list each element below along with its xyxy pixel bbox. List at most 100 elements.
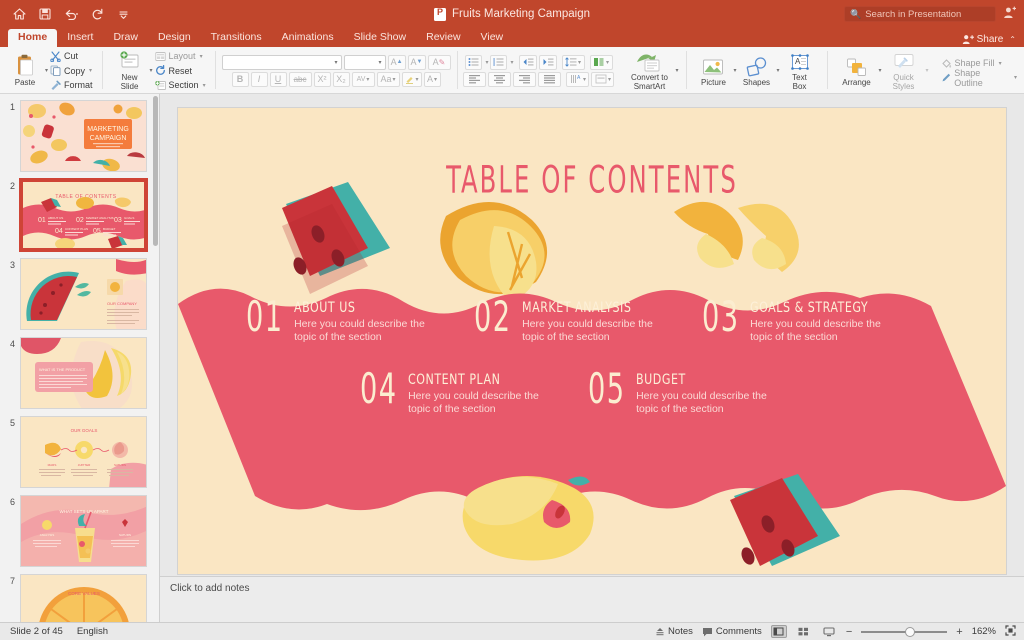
strikethrough-button[interactable]: abc — [289, 72, 312, 87]
copy-button[interactable]: Copy ▾ — [48, 64, 95, 77]
tab-draw[interactable]: Draw — [103, 29, 148, 47]
align-center-button[interactable] — [488, 72, 511, 87]
bullets-dropdown-icon[interactable]: ▾ — [485, 59, 488, 66]
thumbnail-row[interactable]: 3 OUR COMPANY — [0, 258, 159, 330]
new-slide-button[interactable]: New Slide — [110, 50, 150, 91]
grow-font-button[interactable]: A▲ — [388, 55, 406, 70]
thumbnail-row[interactable]: 1 — [0, 100, 159, 172]
thumbnail-row[interactable]: 7 CORE VALUES — [0, 574, 159, 622]
bullets-button[interactable] — [465, 55, 482, 70]
layout-dropdown-icon[interactable]: ▾ — [200, 53, 203, 60]
language-indicator[interactable]: English — [77, 626, 108, 637]
format-painter-button[interactable]: Format — [48, 79, 95, 92]
zoom-level-label[interactable]: 162% — [972, 626, 996, 637]
superscript-button[interactable]: X² — [314, 72, 331, 87]
slide-thumbnail-3[interactable]: OUR COMPANY — [20, 258, 147, 330]
thumbnail-row[interactable]: 2 TABLE OF CONTENTS 01 ABOUT US 02 — [0, 179, 159, 251]
justify-button[interactable] — [538, 72, 561, 87]
copy-dropdown-icon[interactable]: ▾ — [89, 67, 92, 74]
columns-button[interactable]: ▾ — [590, 55, 613, 70]
slide-thumbnail-2[interactable]: TABLE OF CONTENTS 01 ABOUT US 02 MARKET … — [20, 179, 147, 251]
slide-sorter-view-button[interactable] — [796, 625, 812, 638]
slide-thumbnail-5[interactable]: OUR GOALS MARS JUPITER SATURN — [20, 416, 147, 488]
comments-button[interactable]: Comments — [702, 626, 762, 637]
slide-thumbnail-6[interactable]: WHAT SETS US APART ANALYSIS SATURN — [20, 495, 147, 567]
zoom-slider-handle[interactable] — [905, 627, 915, 637]
text-box-button[interactable]: A Text Box — [780, 50, 820, 91]
smartart-dropdown-icon[interactable]: ▾ — [675, 67, 678, 74]
slide-thumbnail-panel[interactable]: 1 — [0, 94, 160, 622]
tab-review[interactable]: Review — [416, 29, 470, 47]
font-name-input[interactable]: ▾ — [222, 55, 342, 70]
paste-button[interactable]: Paste — [5, 55, 45, 87]
section-dropdown-icon[interactable]: ▾ — [203, 82, 206, 89]
slide-thumbnail-1[interactable]: MARKETING CAMPAIGN — [20, 100, 147, 172]
shrink-font-button[interactable]: A▼ — [408, 55, 426, 70]
undo-icon[interactable] — [60, 4, 82, 24]
arrange-button[interactable]: Arrange — [835, 55, 879, 87]
increase-indent-button[interactable] — [539, 55, 557, 70]
shapes-button[interactable]: Shapes — [737, 55, 777, 87]
italic-button[interactable]: I — [251, 72, 268, 87]
section-button[interactable]: Section ▾ — [153, 79, 208, 92]
zoom-in-button[interactable]: + — [956, 626, 962, 638]
slide-thumbnail-4[interactable]: WHAT IS THE PRODUCT — [20, 337, 147, 409]
tab-design[interactable]: Design — [148, 29, 201, 47]
share-button[interactable]: Share — [962, 34, 1004, 45]
underline-button[interactable]: U — [270, 72, 287, 87]
tab-view[interactable]: View — [471, 29, 514, 47]
slide-canvas[interactable]: TABLE OF CONTENTS — [178, 108, 1006, 574]
numbering-button[interactable] — [490, 55, 507, 70]
reset-button[interactable]: Reset — [153, 64, 208, 77]
subscript-button[interactable]: X₂ — [333, 72, 350, 87]
search-input[interactable]: 🔍 Search in Presentation — [844, 6, 996, 22]
save-icon[interactable] — [34, 4, 56, 24]
font-name-dropdown-icon[interactable]: ▾ — [335, 59, 338, 66]
shape-outline-dropdown-icon[interactable]: ▾ — [1014, 74, 1017, 81]
layout-button[interactable]: Layout ▾ — [153, 50, 208, 63]
thumbnail-row[interactable]: 4 WHAT IS THE PRODUCT — [0, 337, 159, 409]
text-highlight-button[interactable]: ▾ — [402, 72, 422, 87]
character-spacing-button[interactable]: AV▾ — [352, 72, 375, 87]
home-icon[interactable] — [8, 4, 30, 24]
tab-home[interactable]: Home — [8, 29, 57, 47]
thumbnail-row[interactable]: 5 OUR GOALS MARS JUPITER SAT — [0, 416, 159, 488]
quick-styles-button[interactable]: Quick Styles — [882, 50, 926, 91]
zoom-slider[interactable] — [861, 631, 947, 633]
account-icon[interactable] — [1003, 6, 1016, 22]
ribbon-collapse-icon[interactable]: ⌃ — [1009, 35, 1016, 44]
font-color-button[interactable]: A▾ — [424, 72, 441, 87]
align-left-button[interactable] — [463, 72, 486, 87]
change-case-button[interactable]: Aa▾ — [377, 72, 400, 87]
normal-view-button[interactable] — [771, 625, 787, 638]
tab-transitions[interactable]: Transitions — [201, 29, 272, 47]
bold-button[interactable]: B — [232, 72, 249, 87]
zoom-out-button[interactable]: − — [846, 626, 852, 638]
thumbnail-scrollbar[interactable] — [153, 96, 158, 246]
notes-pane[interactable]: Click to add notes — [160, 576, 1024, 622]
text-direction-button[interactable]: A▾ — [566, 72, 589, 87]
font-size-input[interactable]: ▾ — [344, 55, 386, 70]
slide-thumbnail-7[interactable]: CORE VALUES — [20, 574, 147, 622]
decrease-indent-button[interactable] — [519, 55, 537, 70]
customize-toolbar-icon[interactable] — [112, 4, 134, 24]
notes-button[interactable]: Notes — [655, 626, 693, 637]
thumbnail-row[interactable]: 6 WHAT SETS US APART ANALYSIS SATURN — [0, 495, 159, 567]
font-size-dropdown-icon[interactable]: ▾ — [379, 59, 382, 66]
quick-styles-dropdown-icon[interactable]: ▾ — [926, 67, 929, 74]
clear-formatting-button[interactable]: A✎ — [428, 55, 451, 70]
line-spacing-button[interactable]: ▾ — [562, 55, 585, 70]
picture-button[interactable]: Picture — [693, 55, 733, 87]
redo-icon[interactable] — [86, 4, 108, 24]
fit-to-window-button[interactable] — [1005, 625, 1016, 639]
cut-button[interactable]: Cut — [48, 50, 95, 63]
reading-view-button[interactable] — [821, 625, 837, 638]
tab-animations[interactable]: Animations — [272, 29, 344, 47]
align-right-button[interactable] — [513, 72, 536, 87]
convert-to-smartart-button[interactable]: Convert to SmartArt — [623, 50, 675, 91]
shape-fill-dropdown-icon[interactable]: ▾ — [999, 60, 1002, 67]
tab-insert[interactable]: Insert — [57, 29, 103, 47]
numbering-dropdown-icon[interactable]: ▾ — [510, 59, 513, 66]
tab-slide-show[interactable]: Slide Show — [344, 29, 417, 47]
shape-outline-button[interactable]: Shape Outline ▾ — [939, 71, 1019, 84]
